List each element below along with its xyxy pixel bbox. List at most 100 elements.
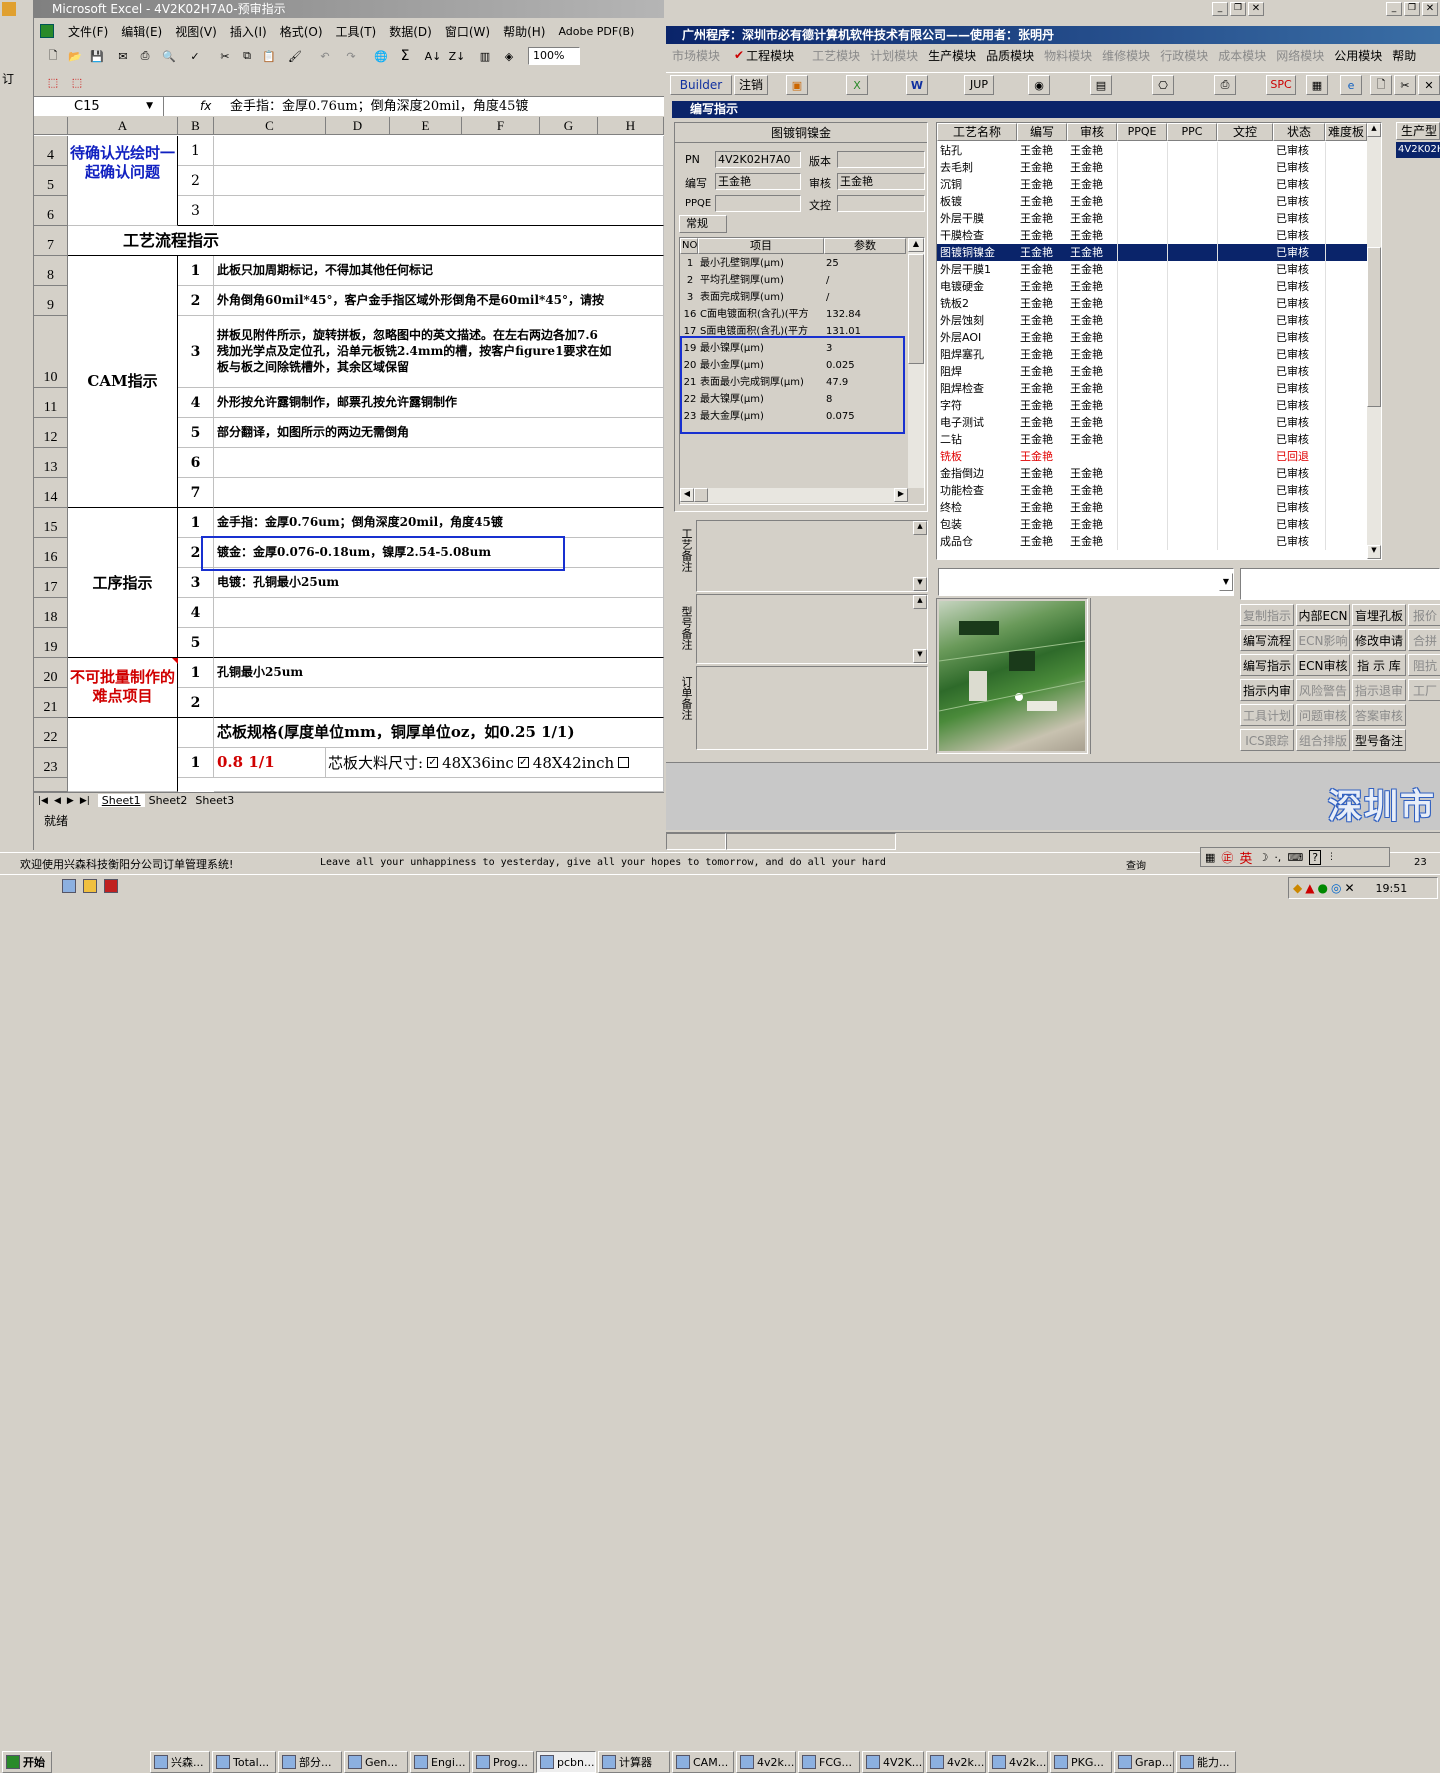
cmd-button[interactable]: ECN审核 [1296, 654, 1350, 676]
review-field[interactable]: 王金艳 [837, 173, 925, 190]
cell-c-multiline[interactable]: 拼板见附件所示，旋转拼板，忽略图中的英文描述。在左右两边各加7.6 残加光学点及… [214, 316, 664, 388]
param-vscroll[interactable]: ▲ [908, 238, 924, 488]
param-row[interactable]: 2 平均孔壁铜厚(um) / [680, 272, 906, 289]
media-icon[interactable] [104, 879, 118, 893]
checkbox-other[interactable] [618, 757, 630, 768]
logout-button[interactable]: 注销 [734, 75, 768, 95]
col-header-h[interactable]: H [598, 117, 664, 135]
next-sheet-icon[interactable]: ▶ [67, 796, 74, 806]
ime-options-icon[interactable]: ⋮ [1327, 852, 1336, 862]
eye-icon[interactable]: ◉ [1028, 75, 1050, 95]
cell-c[interactable] [214, 166, 664, 196]
col-header-g[interactable]: G [540, 117, 598, 135]
taskbar-item[interactable]: CAM... [672, 1751, 734, 1773]
clock[interactable]: 19:51 [1376, 882, 1408, 895]
grid-row[interactable]: 金指倒边 王金艳 王金艳 已审核 [937, 465, 1367, 482]
cell-a22[interactable] [68, 718, 178, 792]
calc-icon[interactable]: ▦ [1306, 75, 1328, 95]
menu-format[interactable]: 格式(O) [280, 23, 323, 40]
cell-row24[interactable] [214, 778, 664, 792]
checkbox-48x36[interactable]: ✓ [427, 757, 439, 768]
cmd-button[interactable]: ICS跟踪 [1240, 729, 1294, 751]
grid-row[interactable]: 阻焊 王金艳 王金艳 已审核 [937, 363, 1367, 380]
cell-b[interactable]: 1 [178, 136, 214, 166]
grid-row[interactable]: 外层蚀刻 王金艳 王金艳 已审核 [937, 312, 1367, 329]
taskbar-item[interactable]: 能力... [1176, 1751, 1236, 1773]
ime-grid-icon[interactable]: ▦ [1205, 851, 1215, 864]
outlook-icon[interactable] [83, 879, 97, 893]
core-thickness[interactable]: 0.8 1/1 [214, 748, 326, 778]
col-header-b[interactable]: B [178, 117, 214, 135]
taskbar-item[interactable]: Gen... [344, 1751, 408, 1773]
side-selected-item[interactable]: 4V2K02H [1396, 142, 1440, 158]
order-note-field[interactable] [696, 666, 928, 750]
cell-b[interactable]: 1 [178, 256, 214, 286]
row-header[interactable]: 8 [34, 256, 68, 286]
grid-row[interactable]: 铣板2 王金艳 王金艳 已审核 [937, 295, 1367, 312]
module-cost[interactable]: 成本模块 [1218, 47, 1266, 64]
cell-b22[interactable] [178, 718, 214, 748]
menu-adobe-pdf[interactable]: Adobe PDF(B) [558, 25, 634, 38]
chevron-down-icon[interactable]: ▼ [146, 97, 153, 116]
grid-header-reviewer[interactable]: 审核 [1067, 123, 1117, 141]
cell-c[interactable] [214, 136, 664, 166]
hyperlink-icon[interactable]: 🌐 [370, 46, 392, 66]
help-icon[interactable]: ? [1309, 849, 1322, 865]
cmd-button[interactable]: 风险警告 [1296, 679, 1350, 701]
cell-c[interactable] [214, 478, 664, 508]
restore-icon[interactable]: ❐ [1404, 2, 1420, 16]
menu-window[interactable]: 窗口(W) [445, 23, 490, 40]
new-icon[interactable]: 🗋 [42, 46, 64, 66]
formula-input[interactable]: 金手指：金厚0.76um；倒角深度20mil，角度45镀 [230, 97, 528, 116]
cell-b[interactable]: 1 [178, 508, 214, 538]
grid-row[interactable]: 功能检查 王金艳 王金艳 已审核 [937, 482, 1367, 499]
first-sheet-icon[interactable]: |◀ [38, 796, 48, 806]
taskbar-item[interactable]: Prog... [472, 1751, 534, 1773]
menu-view[interactable]: 视图(V) [175, 23, 217, 40]
taskbar-item[interactable]: 4V2K... [862, 1751, 924, 1773]
scroll-up-icon[interactable]: ▲ [1367, 123, 1381, 137]
cmd-button[interactable]: 内部ECN [1296, 604, 1350, 626]
taskbar-item[interactable]: PKG... [1050, 1751, 1112, 1773]
checkbox-48x42[interactable]: ✓ [517, 757, 529, 768]
scroll-thumb[interactable] [908, 254, 924, 364]
label-confirm-issues[interactable]: 待确认光绘时一起确认问题 [68, 136, 178, 226]
drawing-icon[interactable]: ◈ [498, 46, 520, 66]
spelling-icon[interactable]: ✓ [184, 46, 206, 66]
cell-b[interactable]: 5 [178, 418, 214, 448]
keyboard-icon[interactable]: ⌨ [1287, 851, 1303, 864]
taskbar-item[interactable]: 4v2k... [988, 1751, 1048, 1773]
moon-icon[interactable]: ☽ [1258, 851, 1268, 864]
cell-b[interactable]: 5 [178, 628, 214, 658]
param-hscroll[interactable]: ◀ ▶ [680, 488, 908, 503]
grid-row[interactable]: 沉铜 王金艳 王金艳 已审核 [937, 176, 1367, 193]
taskbar-item[interactable]: FCG... [798, 1751, 860, 1773]
taskbar-item[interactable]: Engi... [410, 1751, 470, 1773]
cell-c[interactable]: 外角倒角60mil*45°，客户金手指区域外形倒角不是60mil*45°，请按 [214, 286, 664, 316]
col-header-f[interactable]: F [462, 117, 540, 135]
access-icon[interactable]: ▣ [786, 75, 808, 95]
cell-b[interactable]: 3 [178, 568, 214, 598]
cell-c[interactable] [214, 196, 664, 226]
show-desktop-icon[interactable] [62, 879, 76, 893]
grid-row[interactable]: 外层干膜1 王金艳 王金艳 已审核 [937, 261, 1367, 278]
cell-b[interactable]: 4 [178, 598, 214, 628]
taskbar-item[interactable]: 部分... [278, 1751, 342, 1773]
cell-b[interactable]: 2 [178, 166, 214, 196]
taskbar-item[interactable]: 4v2k... [926, 1751, 986, 1773]
undo-icon[interactable]: ↶ [314, 46, 336, 66]
grid-row[interactable]: 钻孔 王金艳 王金艳 已审核 [937, 142, 1367, 159]
cmd-button[interactable]: 合拼 [1408, 629, 1440, 651]
excel-icon[interactable]: X [846, 75, 868, 95]
save-icon[interactable]: 💾 [86, 46, 108, 66]
col-header-a[interactable]: A [68, 117, 178, 135]
pdf-convert-icon[interactable]: ⬚ [42, 72, 64, 92]
row-header[interactable]: 5 [34, 166, 68, 196]
tab-sheet3[interactable]: Sheet3 [191, 794, 238, 807]
model-note-field[interactable]: ▲ ▼ [696, 594, 928, 664]
autosum-icon[interactable]: Σ [394, 46, 416, 66]
close-icon[interactable]: ✕ [1422, 2, 1438, 16]
cell-c15-active[interactable]: 金手指：金厚0.76um；倒角深度20mil，角度45镀 [214, 508, 664, 538]
label-process-flow[interactable]: 工艺流程指示 [68, 226, 664, 256]
grid-row[interactable]: 电镀硬金 王金艳 王金艳 已审核 [937, 278, 1367, 295]
